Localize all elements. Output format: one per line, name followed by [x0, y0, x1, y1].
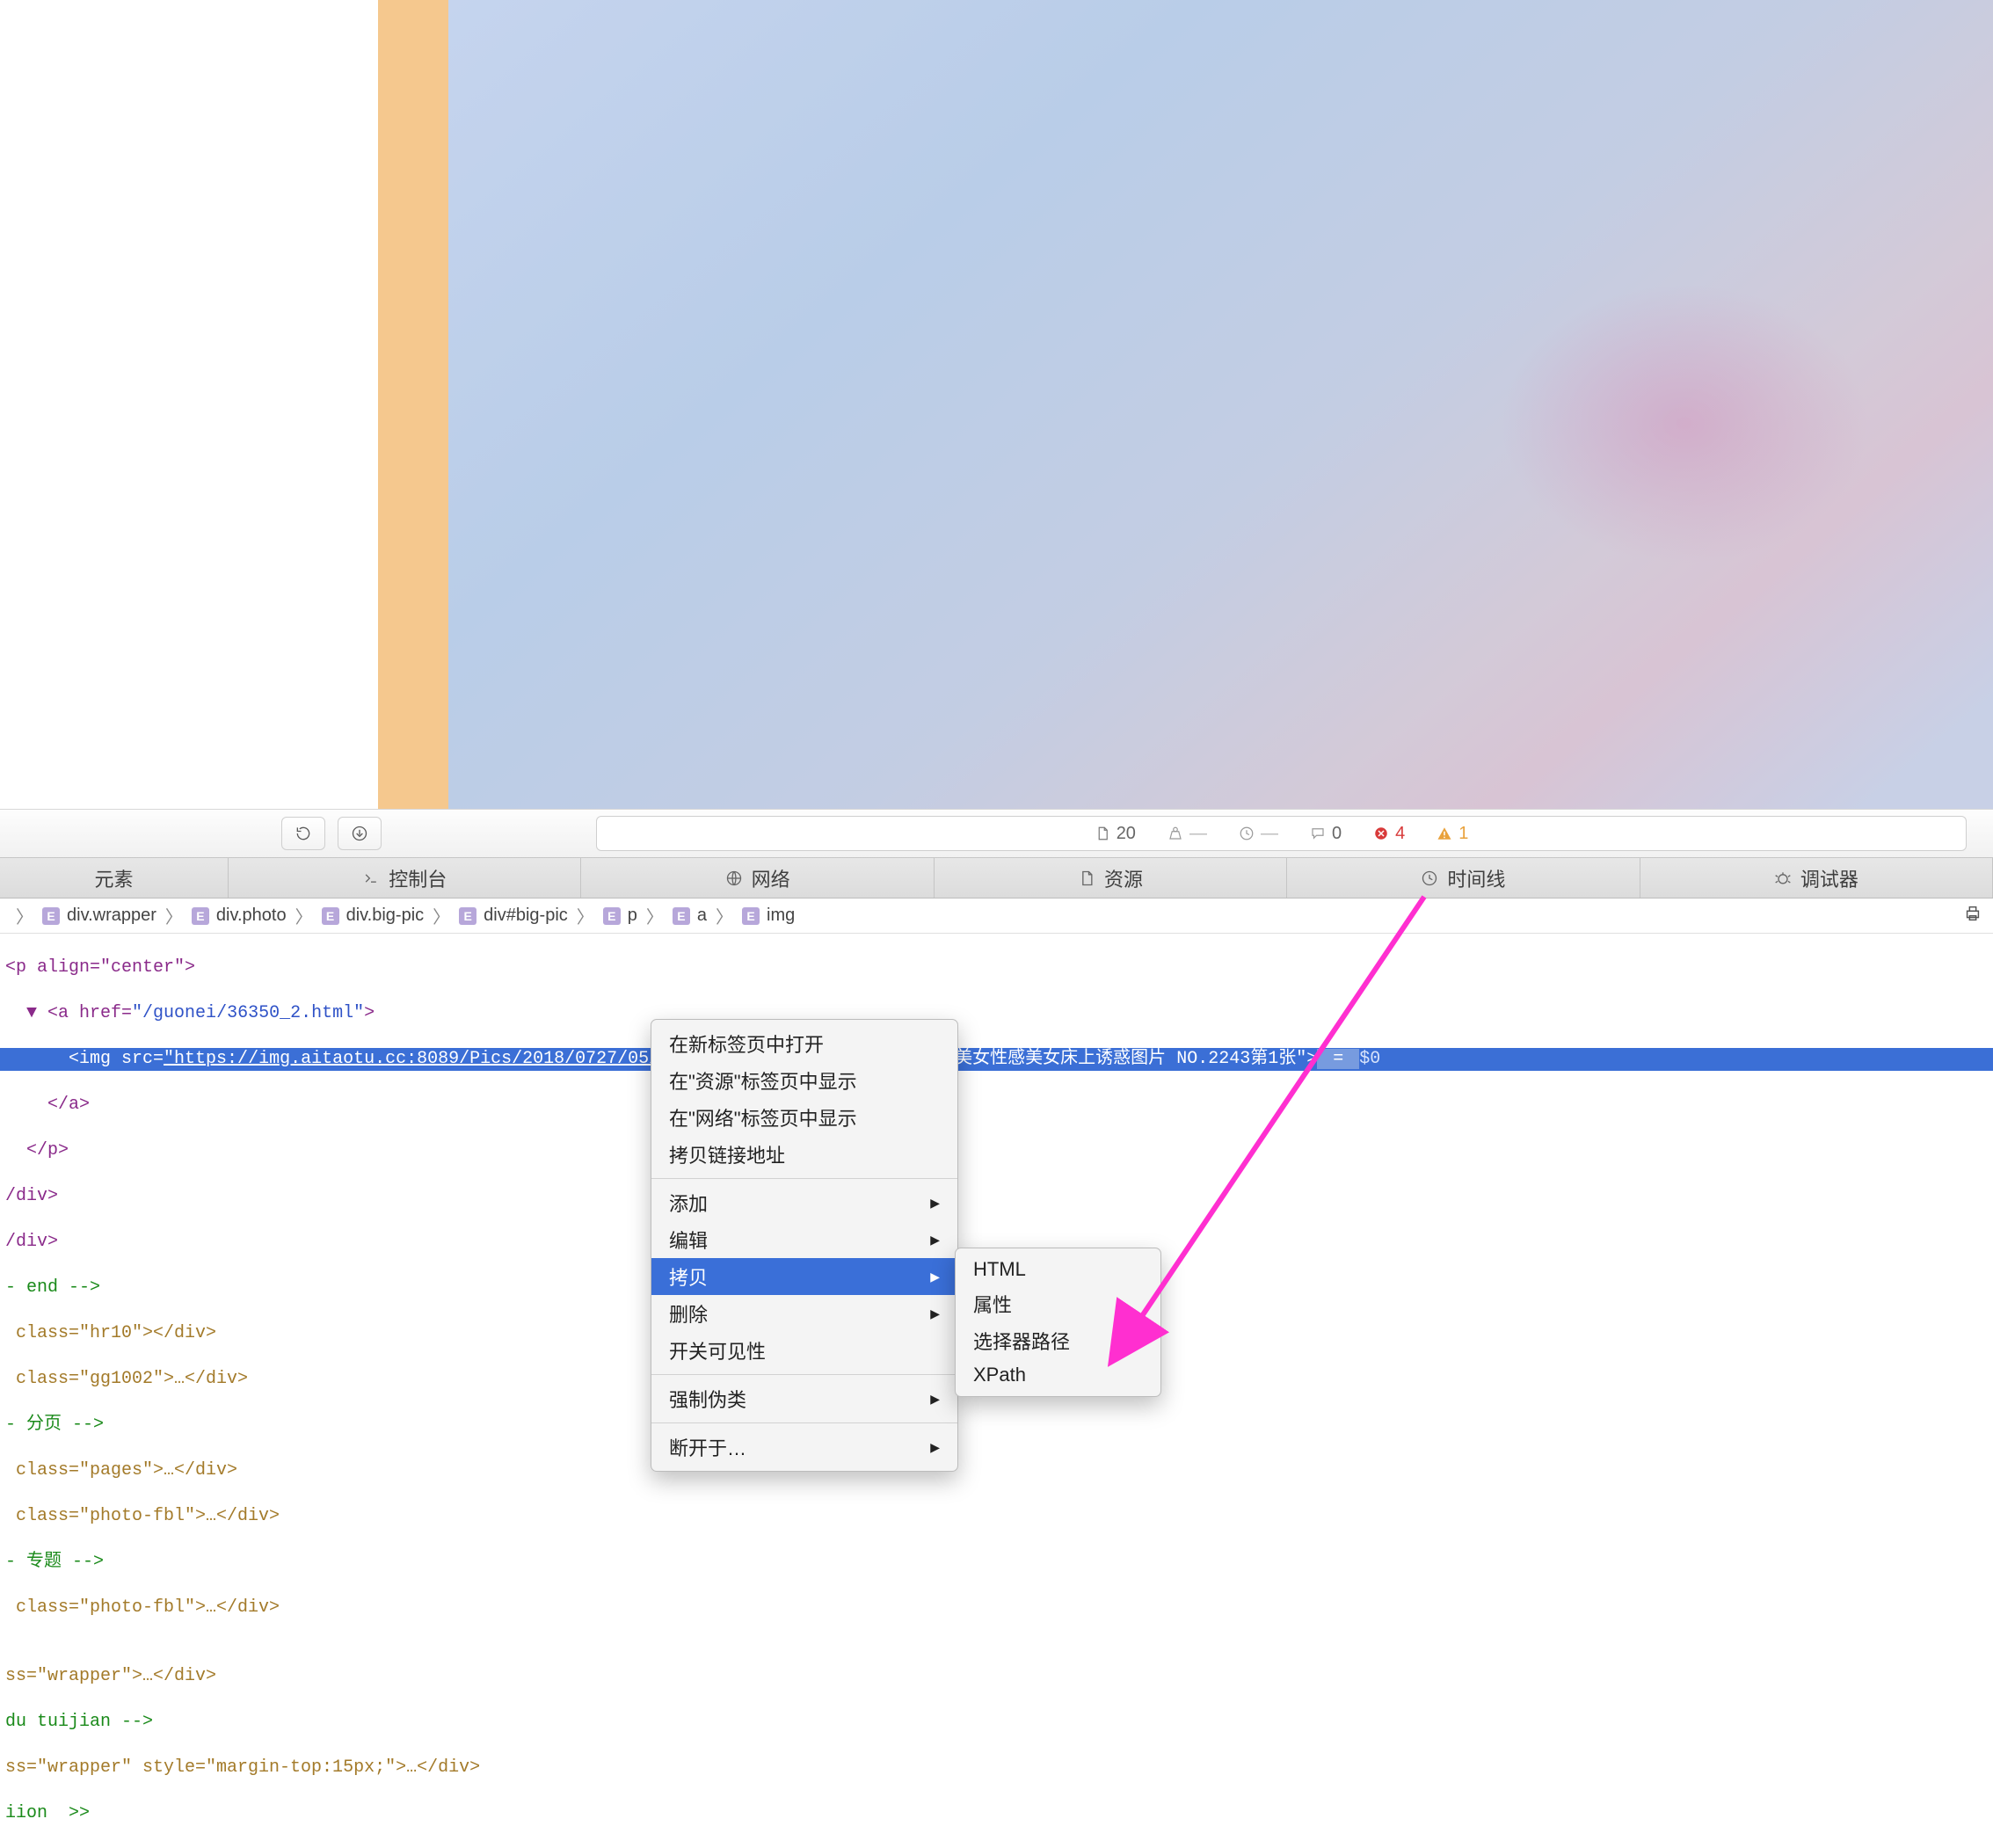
ctx-copy-link[interactable]: 拷贝链接地址 [651, 1136, 957, 1173]
page-border-strip [378, 0, 448, 809]
docs-count: 20 [1117, 824, 1136, 844]
ctx-show-in-resources[interactable]: 在"资源"标签页中显示 [651, 1062, 957, 1099]
dom-line[interactable]: </a> [47, 1095, 90, 1115]
ctx-add[interactable]: 添加▶ [651, 1184, 957, 1221]
crumb-item[interactable]: div.wrapper [67, 906, 156, 926]
ctx-delete[interactable]: 删除▶ [651, 1295, 957, 1332]
dom-line[interactable]: class="pages">…</div> [0, 1459, 1993, 1482]
tab-network[interactable]: 网络 [581, 858, 934, 898]
crumb-item[interactable]: div.big-pic [346, 906, 425, 926]
tab-console[interactable]: 控制台 [229, 858, 581, 898]
submenu-selector-path[interactable]: 选择器路径 [956, 1322, 1160, 1359]
chevron-right-icon: 〉 [295, 903, 313, 928]
element-badge-icon: E [742, 907, 760, 925]
tab-label: 时间线 [1447, 864, 1505, 892]
comments-chip[interactable]: 0 [1310, 824, 1342, 844]
dom-line[interactable]: iion >> [5, 1803, 90, 1823]
element-badge-icon: E [459, 907, 476, 925]
dom-line[interactable]: - 专题 --> [5, 1552, 104, 1572]
reload-button[interactable] [281, 817, 325, 850]
weight-chip[interactable]: — [1167, 824, 1207, 844]
ctx-force-pseudo[interactable]: 强制伪类▶ [651, 1380, 957, 1417]
warnings-count: 1 [1458, 824, 1468, 844]
errors-count: 4 [1395, 824, 1405, 844]
tab-debugger[interactable]: 调试器 [1640, 858, 1993, 898]
tab-elements[interactable]: 元素 [0, 858, 229, 898]
dom-line[interactable]: ss="wrapper" style="margin-top:15px;">…<… [0, 1757, 1993, 1779]
crumb-item[interactable]: div.photo [216, 906, 287, 926]
element-badge-icon: E [673, 907, 690, 925]
dom-line[interactable]: - 分页 --> [5, 1415, 104, 1435]
chevron-right-icon: ▶ [930, 1270, 940, 1284]
dom-line[interactable]: <p align="center"> [5, 957, 195, 978]
dom-breadcrumb: 〉 E div.wrapper 〉 E div.photo 〉 E div.bi… [0, 899, 1993, 934]
dom-line[interactable]: ▼ <a href="/guonei/36350_2.html"> [26, 1003, 375, 1023]
dom-line[interactable]: ss="wrapper">…</div> [0, 1665, 1993, 1688]
ctx-open-new-tab[interactable]: 在新标签页中打开 [651, 1025, 957, 1062]
chevron-right-icon: 〉 [165, 903, 183, 928]
comments-count: 0 [1332, 824, 1342, 844]
chevron-right-icon: ▶ [930, 1233, 940, 1248]
chevron-right-icon: 〉 [16, 903, 33, 928]
context-menu: 在新标签页中打开 在"资源"标签页中显示 在"网络"标签页中显示 拷贝链接地址 … [651, 1019, 958, 1472]
dom-line[interactable]: /div> [5, 1232, 58, 1252]
chevron-right-icon: 〉 [577, 903, 594, 928]
chevron-right-icon: ▶ [930, 1440, 940, 1455]
page-gutter [0, 0, 378, 809]
submenu-xpath[interactable]: XPath [956, 1359, 1160, 1391]
ctx-copy[interactable]: 拷贝▶ [651, 1258, 957, 1295]
element-badge-icon: E [322, 907, 339, 925]
element-badge-icon: E [42, 907, 60, 925]
crumb-item[interactable]: div#big-pic [484, 906, 568, 926]
tab-label: 网络 [752, 864, 790, 892]
dom-line[interactable]: class="photo-fbl">…</div> [0, 1505, 1993, 1528]
tab-label: 控制台 [389, 864, 447, 892]
chevron-right-icon: 〉 [646, 903, 664, 928]
chevron-right-icon: ▶ [930, 1392, 940, 1407]
tab-timeline[interactable]: 时间线 [1287, 858, 1640, 898]
element-badge-icon: E [603, 907, 621, 925]
crumb-item[interactable]: img [767, 906, 795, 926]
dom-line[interactable]: - end --> [5, 1277, 100, 1298]
tab-resources[interactable]: 资源 [935, 858, 1287, 898]
menu-separator [651, 1422, 957, 1423]
submenu-html[interactable]: HTML [956, 1254, 1160, 1285]
dom-line[interactable]: class="photo-fbl">…</div> [0, 1597, 1993, 1619]
submenu-attributes[interactable]: 属性 [956, 1285, 1160, 1322]
devtools-toolbar: 20 — — 0 4 1 [0, 809, 1993, 858]
copy-submenu: HTML 属性 选择器路径 XPath [955, 1248, 1161, 1397]
ctx-toggle-visibility[interactable]: 开关可见性 [651, 1332, 957, 1369]
time-chip[interactable]: — [1239, 824, 1278, 844]
ctx-show-in-network[interactable]: 在"网络"标签页中显示 [651, 1099, 957, 1136]
chevron-right-icon: ▶ [930, 1306, 940, 1321]
errors-chip[interactable]: 4 [1373, 824, 1405, 844]
browser-page [0, 0, 1993, 809]
print-icon[interactable] [1963, 904, 1982, 928]
dom-selected-line[interactable]: <img src="https://img.aitaotu.cc:8089/Pi… [0, 1048, 1993, 1071]
crumb-item[interactable]: p [628, 906, 637, 926]
ctx-edit[interactable]: 编辑▶ [651, 1221, 957, 1258]
menu-separator [651, 1178, 957, 1179]
warnings-chip[interactable]: 1 [1437, 824, 1468, 844]
menu-separator [651, 1374, 957, 1375]
devtools-status-bar: 20 — — 0 4 1 [596, 816, 1967, 851]
page-main-image[interactable] [448, 0, 1993, 809]
download-button[interactable] [338, 817, 382, 850]
tab-label: 元素 [94, 864, 133, 892]
chevron-right-icon: 〉 [433, 903, 450, 928]
chevron-right-icon: 〉 [716, 903, 733, 928]
ctx-break-on[interactable]: 断开于…▶ [651, 1429, 957, 1466]
tab-label: 调试器 [1800, 864, 1858, 892]
tab-label: 资源 [1104, 864, 1143, 892]
dom-line[interactable]: /div> [5, 1186, 58, 1206]
docs-count-chip[interactable]: 20 [1095, 824, 1136, 844]
dom-line[interactable]: </p> [26, 1140, 69, 1160]
devtools-tabs: 元素 控制台 网络 资源 时间线 调试器 [0, 858, 1993, 899]
element-badge-icon: E [192, 907, 209, 925]
chevron-right-icon: ▶ [930, 1196, 940, 1211]
crumb-item[interactable]: a [697, 906, 707, 926]
dom-line[interactable]: du tuijian --> [5, 1712, 153, 1732]
